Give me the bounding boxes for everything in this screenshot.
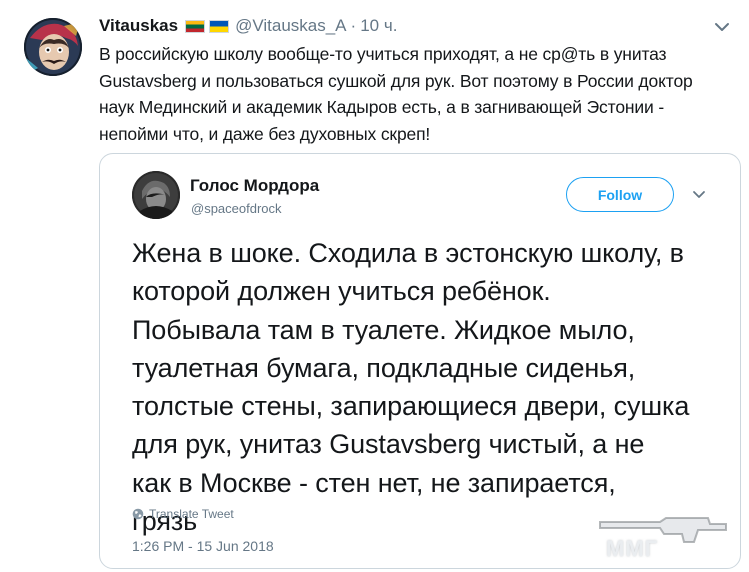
- lithuania-flag-icon: [185, 19, 206, 33]
- quoted-avatar-image: [132, 171, 180, 219]
- avatar-image: [24, 18, 82, 76]
- quoted-chevron-down-icon[interactable]: [692, 190, 706, 200]
- follow-button[interactable]: Follow: [566, 177, 674, 212]
- translate-tweet-link[interactable]: Translate Tweet: [132, 507, 234, 521]
- quoted-tweet[interactable]: Голос Мордора @spaceofdrock Follow Жена …: [99, 153, 741, 569]
- user-handle[interactable]: @Vitauskas_A: [235, 16, 346, 36]
- quoted-user-handle[interactable]: @spaceofdrock: [191, 201, 282, 216]
- chevron-down-icon[interactable]: [713, 20, 731, 34]
- tweet: Vitauskas @Vitauskas_A · 10 ч. В российс…: [0, 0, 749, 572]
- tweet-time[interactable]: 10 ч.: [360, 16, 397, 36]
- quoted-timestamp[interactable]: 1:26 PM - 15 Jun 2018: [132, 538, 274, 554]
- globe-icon: [132, 508, 144, 520]
- translate-label: Translate Tweet: [149, 507, 234, 521]
- tweet-header: Vitauskas @Vitauskas_A · 10 ч.: [99, 14, 397, 38]
- quoted-avatar[interactable]: [132, 171, 180, 219]
- watermark-logo: ММГ: [590, 512, 738, 566]
- avatar[interactable]: [24, 18, 82, 76]
- display-name[interactable]: Vitauskas: [99, 16, 178, 36]
- quoted-tweet-text: Жена в шоке. Сходила в эстонскую школу, …: [132, 238, 690, 537]
- tweet-text: В российскую школу вообще-то учиться при…: [99, 44, 693, 144]
- ukraine-flag-icon: [209, 19, 230, 33]
- header-separator: ·: [350, 16, 357, 35]
- watermark-text: ММГ: [606, 536, 659, 561]
- quoted-display-name[interactable]: Голос Мордора: [190, 176, 319, 196]
